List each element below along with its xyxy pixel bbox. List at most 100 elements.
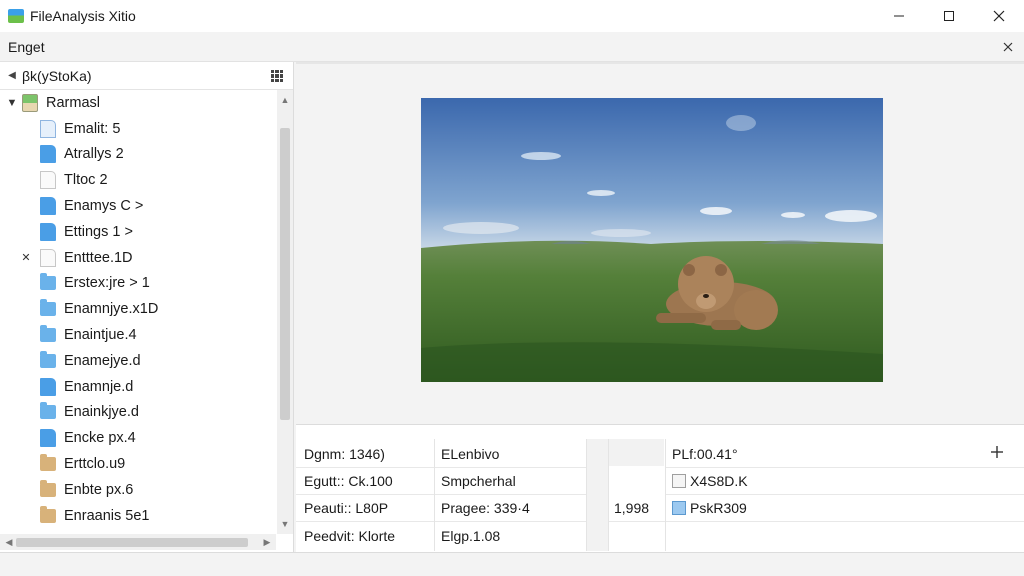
tree-item[interactable]: Erttclo.u9 [0,451,276,477]
window-title: FileAnalysis Xitio [30,8,136,24]
tree-item-label: Enaintjue.4 [64,327,137,344]
column-divider [586,439,587,551]
tree-item[interactable]: Ettings 1 > [0,219,276,245]
detail-cell: ELenbivo [435,441,586,468]
detail-cell: Dgnm: 1346) [296,441,434,468]
detail-cell: Peauti:: L80P [296,495,434,522]
tree-item-label: Enbte px.6 [64,481,134,498]
spreadsheet-file-icon [40,119,56,138]
tree-item[interactable]: Atrallys 2 [0,142,276,168]
maximize-button[interactable] [924,0,974,32]
detail-cell: Pragee: 339·4 [435,495,586,522]
tree-item-label: Erttclo.u9 [64,456,126,473]
detail-cell-with-checkbox: X4S8D.K [666,468,1024,495]
document-file-icon [40,429,56,448]
details-panel: Dgnm: 1346) Egutt:: Ck.100 Peauti:: L80P… [296,424,1024,552]
color-swatch-icon [672,501,686,515]
document-file-icon [40,222,56,241]
title-bar: FileAnalysis Xitio [0,0,1024,32]
detail-cell: PLf:00.41° [666,441,1024,468]
image-preview [421,98,883,382]
tree-item[interactable]: Tltoc 2 [0,167,276,193]
project-icon [22,93,38,112]
tree-item[interactable]: Enainkjye.d [0,400,276,426]
tree-item[interactable]: Erstex:jre > 1 [0,271,276,297]
tree-item-label: Enamejye.d [64,352,141,369]
vertical-scrollbar[interactable]: ▲ ▼ [277,90,293,534]
expand-arrow-icon[interactable]: ▼ [6,97,18,109]
tree-item-label: Atrallys 2 [64,146,124,163]
tree-item[interactable]: Enamys C > [0,193,276,219]
tree-path: βk(yStoKa) [22,67,92,84]
folder-tan-icon [40,505,56,523]
preview-area [296,62,1024,424]
file-tree: ▼ Rarmasl Emalit: 5 Atrallys 2 Tltoc 2 E… [0,90,276,534]
tree-item[interactable]: Enamnjye.x1D [0,296,276,322]
tree-item-label: Entttee.1D [64,249,133,266]
scroll-thumb[interactable] [280,128,290,420]
folder-tan-icon [40,454,56,472]
back-arrow-icon[interactable]: ◀ [4,70,20,81]
document-file-icon [40,145,56,164]
blank-file-icon [40,248,56,267]
tree-item-label: Tltoc 2 [64,172,108,189]
scroll-up-icon[interactable]: ▲ [277,92,293,108]
tree-item-label: Enamnjye.x1D [64,301,159,318]
tree-header: ◀ βk(yStoKa) [0,62,293,90]
grid-view-icon[interactable] [271,70,283,82]
status-bar [0,552,1024,576]
detail-cell: Peedvit: Klorte [304,527,396,544]
tree-root[interactable]: ▼ Rarmasl [0,90,276,116]
menu-item-enget[interactable]: Enget [8,39,45,55]
minimize-icon [894,15,904,17]
scroll-left-icon[interactable]: ◀ [2,534,16,550]
tree-item[interactable]: Encke px.4 [0,425,276,451]
detail-cell-label: X4S8D.K [690,473,748,489]
close-icon [1003,42,1013,52]
tree-item-label: Encke px.4 [64,430,136,447]
tree-item-label: Enamnje.d [64,378,134,395]
window-controls [874,0,1024,32]
document-file-icon [40,377,56,396]
blank-file-icon [40,171,56,190]
tree-item-label: Ettings 1 > [64,223,133,240]
tree-item[interactable]: ✕ Entttee.1D [0,245,276,271]
remove-mark-icon[interactable]: ✕ [20,251,32,264]
checkbox-icon[interactable] [672,474,686,488]
maximize-icon [944,11,954,21]
detail-cell: Smpcherhal [435,468,586,495]
tree-root-label: Rarmasl [46,94,100,111]
folder-icon [40,402,56,420]
document-file-icon [40,197,56,216]
folder-icon [40,325,56,343]
close-window-button[interactable] [974,0,1024,32]
folder-tan-icon [40,479,56,497]
detail-cell-with-swatch: PskR309 [666,495,1024,522]
add-icon[interactable] [990,445,1004,459]
scroll-thumb[interactable] [16,538,248,547]
folder-icon [40,299,56,317]
close-icon [993,10,1005,22]
tree-item[interactable]: Enraanis 5e1 [0,503,276,529]
tree-item-label: Emalit: 5 [64,120,121,137]
horizontal-scrollbar[interactable]: ◀ ▶ [0,534,276,550]
scroll-down-icon[interactable]: ▼ [277,516,293,532]
tree-item[interactable]: Emalit: 5 [0,116,276,142]
column-shade [608,439,664,466]
tree-item[interactable]: Enamejye.d [0,348,276,374]
folder-icon [40,350,56,368]
detail-cell: 1,998 [609,495,665,522]
tree-item-label: Enraanis 5e1 [64,507,150,524]
detail-cell: Elgp.1.08 [441,527,501,544]
tree-item[interactable]: Enbte px.6 [0,477,276,503]
detail-cell: Egutt:: Ck.100 [296,468,434,495]
column-shade [586,439,608,551]
close-panel-button[interactable] [1000,39,1016,55]
tree-item[interactable]: Enaintjue.4 [0,322,276,348]
minimize-button[interactable] [874,0,924,32]
file-tree-pane: ◀ βk(yStoKa) ▼ Rarmasl Emalit: 5 Atrally… [0,62,294,552]
scroll-right-icon[interactable]: ▶ [260,534,274,550]
menu-bar: Enget [0,32,1024,62]
tree-item[interactable]: Enamnje.d [0,374,276,400]
tree-item-label: Enamys C > [64,198,144,215]
